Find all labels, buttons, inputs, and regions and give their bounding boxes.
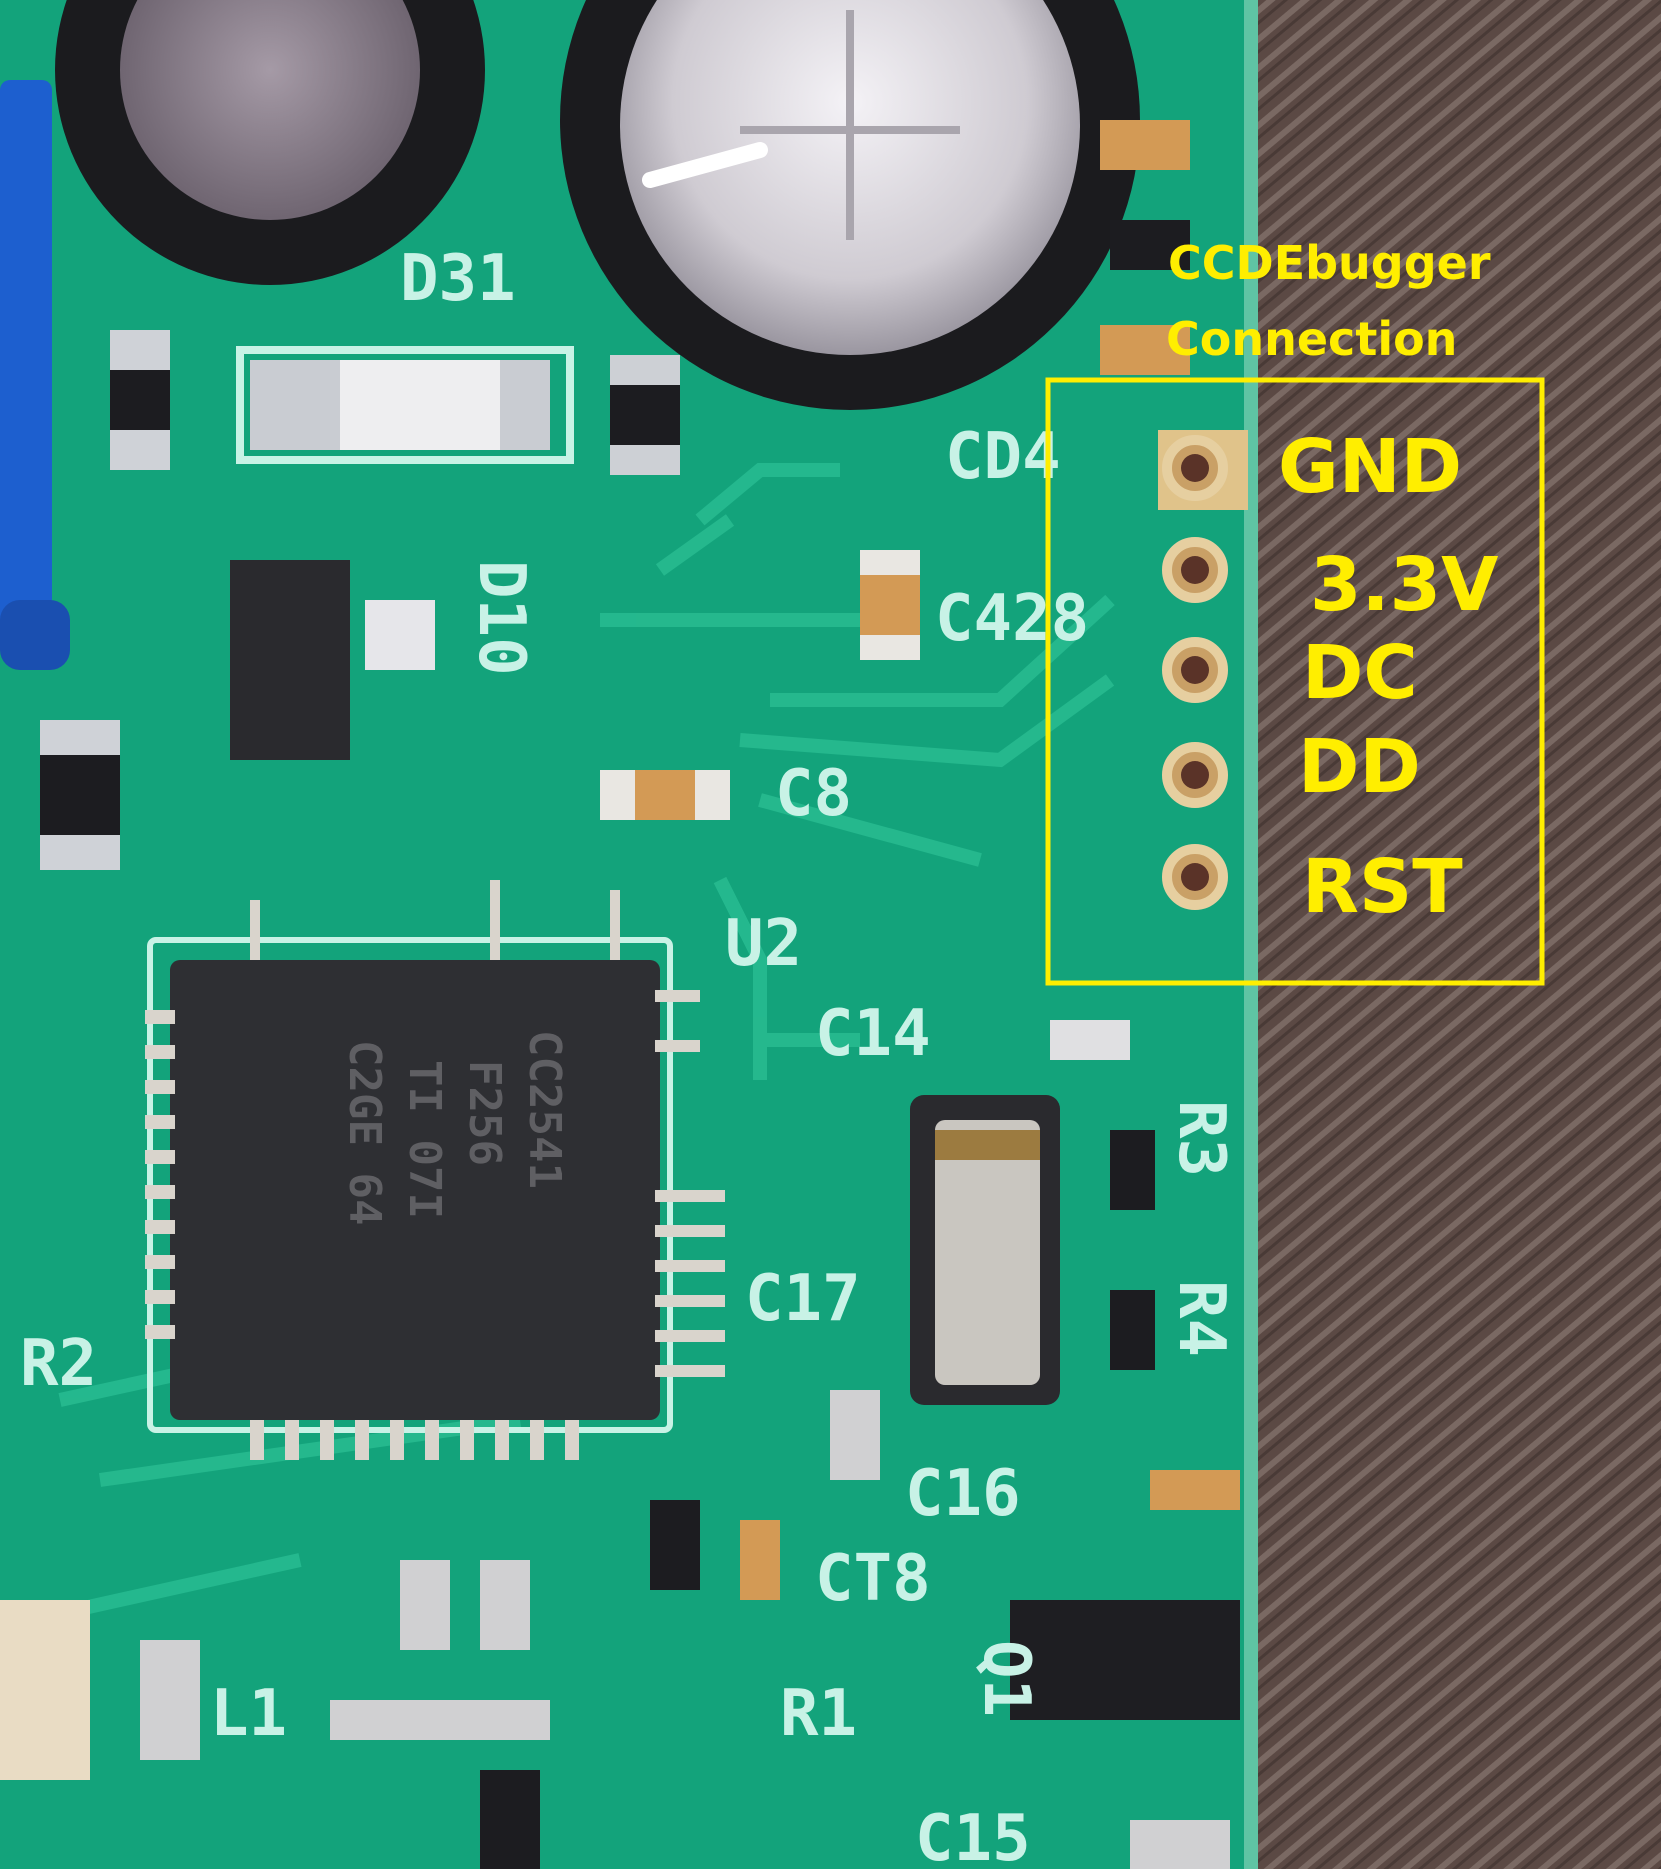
silk-label-cd4: CD4 (945, 420, 1061, 494)
annotation-title-line1: CCDEbugger (1168, 236, 1491, 290)
silk-label-c428: C428 (935, 582, 1089, 656)
photo-stage: D31 CD4 C428 D10 C8 U2 C14 R3 R4 C17 R2 … (0, 0, 1661, 1869)
pin-label-dc: DC (1302, 630, 1418, 716)
silk-label-l1: L1 (210, 1677, 287, 1751)
silk-label-r2: R2 (20, 1327, 97, 1401)
pin-label-dd: DD (1298, 724, 1421, 810)
pin-label-rst: RST (1302, 844, 1463, 930)
chip-marking-line4: C2GE 64 (339, 1040, 390, 1225)
silk-label-c8: C8 (775, 757, 852, 831)
silk-label-d31: D31 (400, 242, 516, 316)
blue-trimmer (0, 80, 52, 640)
silk-label-r3: R3 (1164, 1100, 1238, 1177)
silk-label-c14: C14 (815, 997, 931, 1071)
annotation-title-line2: Connection (1166, 312, 1458, 366)
silk-label-c17: C17 (745, 1262, 861, 1336)
chip-marking-line2: F256 (459, 1060, 510, 1166)
silk-label-d10: D10 (464, 560, 538, 676)
silk-label-r1: R1 (780, 1677, 857, 1751)
silk-label-r4: R4 (1164, 1280, 1238, 1357)
pin-label-gnd: GND (1278, 424, 1463, 510)
chip-marking-line3: TI 07I (399, 1060, 450, 1219)
silk-label-c15: C15 (915, 1802, 1031, 1869)
pin-label-3v3: 3.3V (1310, 542, 1499, 628)
silk-label-ct8: CT8 (815, 1542, 931, 1616)
chip-marking-line1: CC2541 (519, 1030, 570, 1189)
silk-label-q1: Q1 (969, 1640, 1043, 1717)
silk-label-u2: U2 (725, 907, 802, 981)
silk-label-c16: C16 (905, 1457, 1021, 1531)
